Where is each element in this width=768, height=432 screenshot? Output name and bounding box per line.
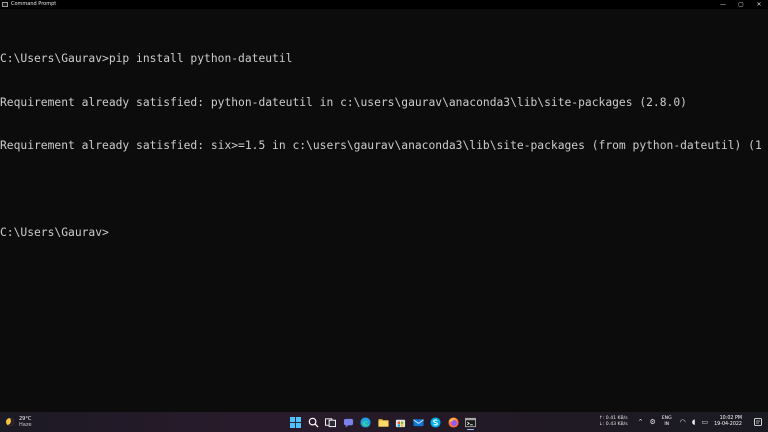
console-line: Requirement already satisfied: six>=1.5 …: [0, 139, 762, 152]
clock-widget[interactable]: 10:02 PM 19-04-2022: [714, 416, 742, 428]
download-speed: ↓: 0.43 KB/s: [598, 422, 628, 427]
mail-icon: [412, 418, 424, 426]
volume-icon[interactable]: ◖: [692, 412, 696, 432]
windows-logo-icon: [290, 416, 301, 428]
maximize-button[interactable]: ▢: [732, 0, 750, 9]
console-output[interactable]: C:\Users\Gaurav>pip install python-dateu…: [0, 23, 768, 411]
console-line: Requirement already satisfied: python-da…: [0, 95, 687, 109]
skype-button[interactable]: [428, 414, 443, 430]
terminal-button[interactable]: [463, 414, 478, 430]
weather-widget[interactable]: 29°C Haze: [6, 414, 32, 430]
language-indicator[interactable]: ENG IN: [662, 416, 672, 428]
search-button[interactable]: [306, 414, 321, 430]
weather-condition: Haze: [19, 422, 32, 428]
start-button[interactable]: [288, 414, 303, 430]
moon-icon: [6, 418, 14, 426]
notification-icon: [754, 418, 762, 426]
mail-button[interactable]: [411, 414, 426, 430]
chat-button[interactable]: [341, 414, 356, 430]
cmd-app-icon: [2, 2, 8, 7]
command-prompt-window: Command Prompt — ▢ ✕ C:\Users\Gaurav>pip…: [0, 0, 768, 412]
terminal-icon: [465, 417, 476, 427]
settings-tray-icon[interactable]: ⚙: [649, 412, 655, 432]
taskbar-apps: [288, 414, 481, 430]
chevron-up-icon[interactable]: ⌃: [638, 412, 644, 432]
notification-button[interactable]: [754, 418, 762, 426]
wifi-icon[interactable]: ◠: [680, 412, 686, 432]
file-explorer-button[interactable]: [376, 414, 391, 430]
store-button[interactable]: [393, 414, 408, 430]
region-code: IN: [664, 422, 670, 427]
firefox-icon: [447, 416, 459, 428]
edge-icon: [360, 416, 371, 428]
store-icon: [395, 419, 406, 427]
skype-icon: [430, 416, 441, 428]
network-speed-widget[interactable]: ↑: 0.41 KB/s ↓: 0.43 KB/s: [599, 416, 628, 428]
search-icon: [308, 417, 319, 428]
taskbar: 29°C Haze ↑: 0.41 KB/s ↓: 0.43 KB/s ⌃ ⚙ …: [0, 412, 768, 432]
console-line: C:\Users\Gaurav>pip install python-dateu…: [0, 52, 293, 65]
system-tray: ↑: 0.41 KB/s ↓: 0.43 KB/s ⌃ ⚙ ENG IN ◠ ◖…: [599, 412, 768, 432]
task-view-icon: [325, 417, 336, 427]
task-view-button[interactable]: [323, 414, 338, 430]
chat-icon: [343, 418, 353, 428]
console-prompt-line[interactable]: C:\Users\Gaurav>: [0, 226, 768, 241]
firefox-button[interactable]: [446, 414, 461, 430]
minimize-button[interactable]: —: [714, 0, 732, 9]
window-controls: — ▢ ✕: [714, 0, 768, 9]
battery-icon[interactable]: ▭: [701, 412, 708, 432]
close-button[interactable]: ✕: [750, 0, 768, 9]
edge-button[interactable]: [358, 414, 373, 430]
window-title: Command Prompt: [11, 1, 57, 7]
clock-date: 19-04-2022: [714, 422, 742, 427]
title-bar[interactable]: Command Prompt — ▢ ✕: [0, 0, 768, 9]
folder-icon: [377, 418, 389, 427]
